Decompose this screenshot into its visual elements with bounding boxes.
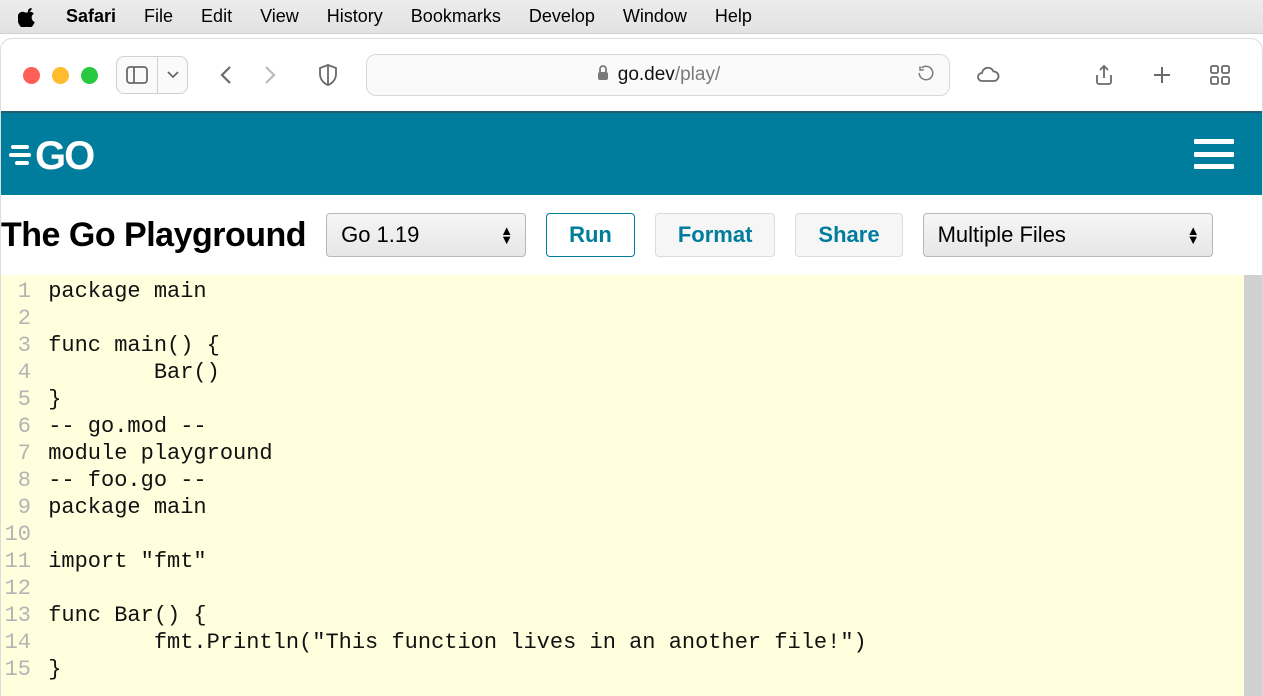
code-line[interactable]: 4 Bar() [1,359,1244,386]
chevron-updown-icon: ▲▼ [500,226,513,244]
code-line[interactable]: 3 func main() { [1,332,1244,359]
icloud-icon[interactable] [968,56,1008,94]
safari-window: go.dev/play/ GO [0,38,1263,696]
code-text: package main [35,494,207,521]
line-number: 12 [1,575,35,602]
code-line[interactable]: 11 import "fmt" [1,548,1244,575]
menubar-window[interactable]: Window [623,6,687,27]
code-line[interactable]: 14 fmt.Println("This function lives in a… [1,629,1244,656]
menubar-app-name[interactable]: Safari [66,6,116,27]
safari-toolbar: go.dev/play/ [1,39,1262,111]
code-line[interactable]: 12 [1,575,1244,602]
line-number: 7 [1,440,35,467]
example-selected: Multiple Files [938,222,1066,248]
run-button[interactable]: Run [546,213,635,257]
line-number: 4 [1,359,35,386]
line-number: 6 [1,413,35,440]
code-line[interactable]: 6 -- go.mod -- [1,413,1244,440]
line-number: 15 [1,656,35,683]
macos-menubar: Safari File Edit View History Bookmarks … [0,0,1263,34]
forward-button[interactable] [248,56,290,94]
code-text: -- go.mod -- [35,413,207,440]
menubar-develop[interactable]: Develop [529,6,595,27]
menubar-bookmarks[interactable]: Bookmarks [411,6,501,27]
code-text: module playground [35,440,273,467]
line-number: 8 [1,467,35,494]
minimize-window-button[interactable] [52,67,69,84]
hamburger-menu-icon[interactable] [1194,139,1234,169]
code-line[interactable]: 15 } [1,656,1244,683]
chevron-updown-icon: ▲▼ [1187,226,1200,244]
go-version-selected: Go 1.19 [341,222,419,248]
code-line[interactable]: 1 package main [1,278,1244,305]
go-version-select[interactable]: Go 1.19 ▲▼ [326,213,526,257]
code-text [35,575,48,602]
line-number: 1 [1,278,35,305]
url-bar[interactable]: go.dev/play/ [366,54,950,96]
line-number: 10 [1,521,35,548]
code-line[interactable]: 7 module playground [1,440,1244,467]
code-line[interactable]: 10 [1,521,1244,548]
line-number: 5 [1,386,35,413]
code-line[interactable]: 2 [1,305,1244,332]
share-icon[interactable] [1084,56,1124,94]
go-logo[interactable]: GO [9,131,129,177]
reload-icon[interactable] [917,64,935,87]
code-text [35,305,48,332]
code-line[interactable]: 9 package main [1,494,1244,521]
share-button[interactable]: Share [795,213,902,257]
page-title: The Go Playground [1,216,306,255]
menubar-file[interactable]: File [144,6,173,27]
menubar-edit[interactable]: Edit [201,6,232,27]
line-number: 2 [1,305,35,332]
code-text: import "fmt" [35,548,207,575]
privacy-shield-icon[interactable] [308,56,348,94]
code-editor[interactable]: 1 package main2 3 func main() {4 Bar()5 … [1,275,1244,696]
code-text: } [35,656,61,683]
apple-logo-icon[interactable] [18,7,38,27]
code-line[interactable]: 8 -- foo.go -- [1,467,1244,494]
fullscreen-window-button[interactable] [81,67,98,84]
code-text: fmt.Println("This function lives in an a… [35,629,867,656]
code-text [35,521,48,548]
back-button[interactable] [206,56,248,94]
sidebar-toggle-group [116,56,188,94]
example-select[interactable]: Multiple Files ▲▼ [923,213,1213,257]
line-number: 9 [1,494,35,521]
code-line[interactable]: 13 func Bar() { [1,602,1244,629]
code-text: func Bar() { [35,602,207,629]
editor-scroll-container: 1 package main2 3 func main() {4 Bar()5 … [1,275,1262,696]
svg-text:GO: GO [35,134,94,177]
line-number: 11 [1,548,35,575]
menubar-help[interactable]: Help [715,6,752,27]
go-site-header: GO [1,111,1262,195]
code-text: } [35,386,61,413]
playground-toolbar: The Go Playground Go 1.19 ▲▼ Run Format … [1,195,1262,275]
code-text: -- foo.go -- [35,467,207,494]
code-line[interactable]: 5 } [1,386,1244,413]
tab-overview-icon[interactable] [1200,56,1240,94]
sidebar-dropdown-button[interactable] [158,56,188,94]
code-text: func main() { [35,332,220,359]
line-number: 13 [1,602,35,629]
url-text: go.dev/play/ [618,64,720,86]
code-text: Bar() [35,359,220,386]
line-number: 14 [1,629,35,656]
menubar-view[interactable]: View [260,6,299,27]
code-text: package main [35,278,207,305]
menubar-history[interactable]: History [327,6,383,27]
traffic-lights [23,67,98,84]
nav-arrows [206,56,290,94]
line-number: 3 [1,332,35,359]
sidebar-toggle-button[interactable] [116,56,158,94]
close-window-button[interactable] [23,67,40,84]
format-button[interactable]: Format [655,213,776,257]
new-tab-icon[interactable] [1142,56,1182,94]
lock-icon [596,65,610,85]
